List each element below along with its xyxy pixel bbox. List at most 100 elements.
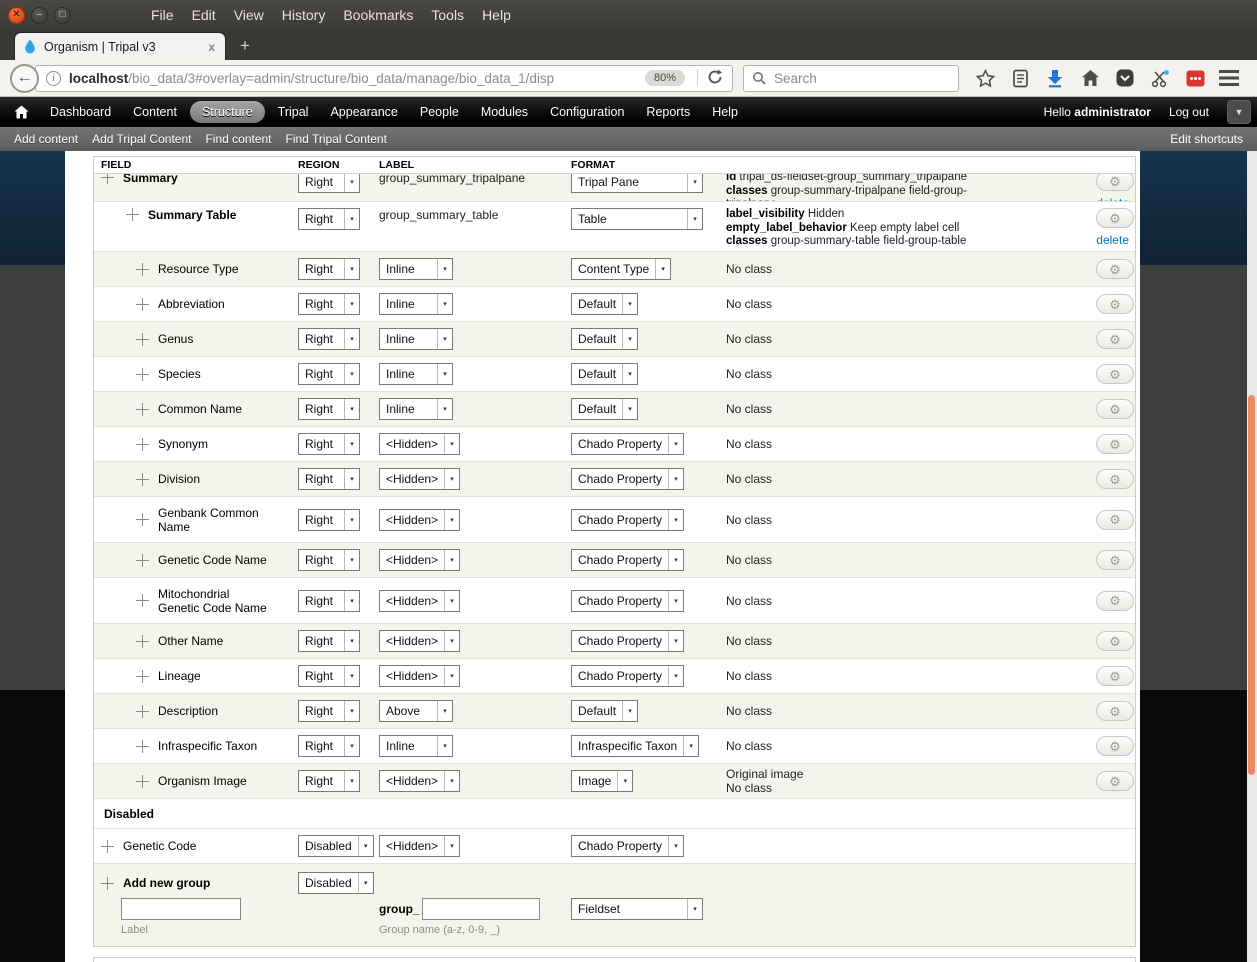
format-select[interactable]: Default▾ (571, 398, 638, 420)
format-select[interactable]: Default▾ (571, 328, 638, 350)
hamburger-menu-icon[interactable] (1219, 70, 1239, 86)
settings-gear-button[interactable]: ⚙ (1096, 329, 1134, 349)
format-select[interactable]: Table▾ (571, 208, 703, 230)
pocket-icon[interactable] (1115, 68, 1135, 88)
format-select[interactable]: Infraspecific Taxon▾ (571, 735, 699, 757)
format-select[interactable]: Chado Property▾ (571, 835, 684, 857)
settings-gear-button[interactable]: ⚙ (1096, 174, 1134, 191)
region-select[interactable]: Right▾ (298, 293, 360, 315)
drag-handle-icon[interactable] (136, 263, 149, 276)
addon-badge-icon[interactable] (1185, 68, 1205, 88)
menu-help[interactable]: Help (482, 7, 511, 23)
settings-gear-button[interactable]: ⚙ (1096, 510, 1134, 530)
download-icon[interactable] (1045, 68, 1065, 88)
drag-handle-icon[interactable] (136, 438, 149, 451)
format-select[interactable]: Tripal Pane▾ (571, 174, 703, 193)
label-select[interactable]: <Hidden>▾ (379, 665, 460, 687)
format-select[interactable]: Image▾ (571, 770, 633, 792)
home-icon[interactable] (1080, 68, 1100, 88)
site-info-icon[interactable]: i (46, 71, 61, 86)
drag-handle-icon[interactable] (136, 775, 149, 788)
menu-history[interactable]: History (282, 7, 326, 23)
shortcut-add-tripal-content[interactable]: Add Tripal Content (92, 132, 191, 146)
label-select[interactable]: Inline▾ (379, 363, 453, 385)
region-select[interactable]: Right▾ (298, 363, 360, 385)
admin-item-help[interactable]: Help (703, 101, 747, 123)
region-select[interactable]: Right▾ (298, 174, 360, 193)
drag-handle-icon[interactable] (136, 554, 149, 567)
scrollbar-thumb[interactable] (1248, 395, 1255, 775)
menu-edit[interactable]: Edit (192, 7, 216, 23)
region-select[interactable]: Right▾ (298, 328, 360, 350)
settings-gear-button[interactable]: ⚙ (1096, 631, 1134, 651)
tab-close-icon[interactable]: x (206, 40, 217, 54)
drag-handle-icon[interactable] (136, 594, 149, 607)
drag-handle-icon[interactable] (136, 513, 149, 526)
group-label-input[interactable] (121, 898, 241, 920)
label-select[interactable]: <Hidden>▾ (379, 770, 460, 792)
group-name-input[interactable] (422, 898, 540, 920)
shortcut-find-content[interactable]: Find content (205, 132, 271, 146)
label-select[interactable]: Inline▾ (379, 258, 453, 280)
format-select[interactable]: Content Type▾ (571, 258, 671, 280)
bookmark-star-icon[interactable] (975, 68, 995, 88)
settings-gear-button[interactable]: ⚙ (1096, 550, 1134, 570)
settings-gear-button[interactable]: ⚙ (1096, 591, 1134, 611)
toolbar-toggle-button[interactable]: ▼ (1227, 100, 1251, 124)
delete-link[interactable]: delete (1096, 233, 1129, 247)
drag-handle-icon[interactable] (136, 705, 149, 718)
zoom-level-badge[interactable]: 80% (645, 70, 685, 86)
drupal-home-icon[interactable] (14, 105, 29, 119)
admin-item-tripal[interactable]: Tripal (269, 101, 318, 123)
shortcut-find-tripal-content[interactable]: Find Tripal Content (286, 132, 387, 146)
format-select[interactable]: Chado Property▾ (571, 509, 684, 531)
format-select[interactable]: Chado Property▾ (571, 468, 684, 490)
label-select[interactable]: <Hidden>▾ (379, 509, 460, 531)
drag-handle-icon[interactable] (136, 473, 149, 486)
settings-gear-button[interactable]: ⚙ (1096, 259, 1134, 279)
admin-item-dashboard[interactable]: Dashboard (41, 101, 120, 123)
region-select[interactable]: Right▾ (298, 630, 360, 652)
label-select[interactable]: <Hidden>▾ (379, 590, 460, 612)
new-tab-button[interactable]: + (232, 34, 258, 58)
drag-handle-icon[interactable] (136, 403, 149, 416)
drag-handle-icon[interactable] (136, 635, 149, 648)
reload-button[interactable] (706, 68, 726, 88)
reading-list-icon[interactable] (1010, 68, 1030, 88)
admin-item-configuration[interactable]: Configuration (541, 101, 633, 123)
label-select[interactable]: <Hidden>▾ (379, 433, 460, 455)
drag-handle-icon[interactable] (136, 368, 149, 381)
region-select[interactable]: Disabled▾ (298, 872, 374, 894)
back-button[interactable]: ← (10, 64, 39, 93)
drag-handle-icon[interactable] (136, 298, 149, 311)
settings-gear-button[interactable]: ⚙ (1096, 434, 1134, 454)
label-select[interactable]: <Hidden>▾ (379, 835, 460, 857)
label-select[interactable]: Inline▾ (379, 735, 453, 757)
screenshot-tool-icon[interactable] (1150, 68, 1170, 88)
region-select[interactable]: Right▾ (298, 468, 360, 490)
drag-handle-icon[interactable] (101, 877, 114, 890)
admin-item-modules[interactable]: Modules (472, 101, 537, 123)
drag-handle-icon[interactable] (101, 174, 114, 184)
drag-handle-icon[interactable] (101, 840, 114, 853)
menu-view[interactable]: View (234, 7, 264, 23)
search-box[interactable]: Search (743, 65, 959, 92)
logout-link[interactable]: Log out (1169, 105, 1209, 119)
settings-gear-button[interactable]: ⚙ (1096, 666, 1134, 686)
admin-item-appearance[interactable]: Appearance (321, 101, 406, 123)
label-select[interactable]: <Hidden>▾ (379, 630, 460, 652)
region-select[interactable]: Right▾ (298, 433, 360, 455)
region-select[interactable]: Right▾ (298, 590, 360, 612)
window-minimize-button[interactable]: – (31, 7, 48, 24)
label-select[interactable]: <Hidden>▾ (379, 549, 460, 571)
format-select[interactable]: Chado Property▾ (571, 590, 684, 612)
drag-handle-icon[interactable] (136, 333, 149, 346)
settings-gear-button[interactable]: ⚙ (1096, 736, 1134, 756)
label-select[interactable]: Inline▾ (379, 398, 453, 420)
window-close-button[interactable]: ✕ (8, 7, 25, 24)
region-select[interactable]: Right▾ (298, 700, 360, 722)
region-select[interactable]: Disabled▾ (298, 835, 374, 857)
label-select[interactable]: Inline▾ (379, 293, 453, 315)
label-select[interactable]: <Hidden>▾ (379, 468, 460, 490)
region-select[interactable]: Right▾ (298, 735, 360, 757)
